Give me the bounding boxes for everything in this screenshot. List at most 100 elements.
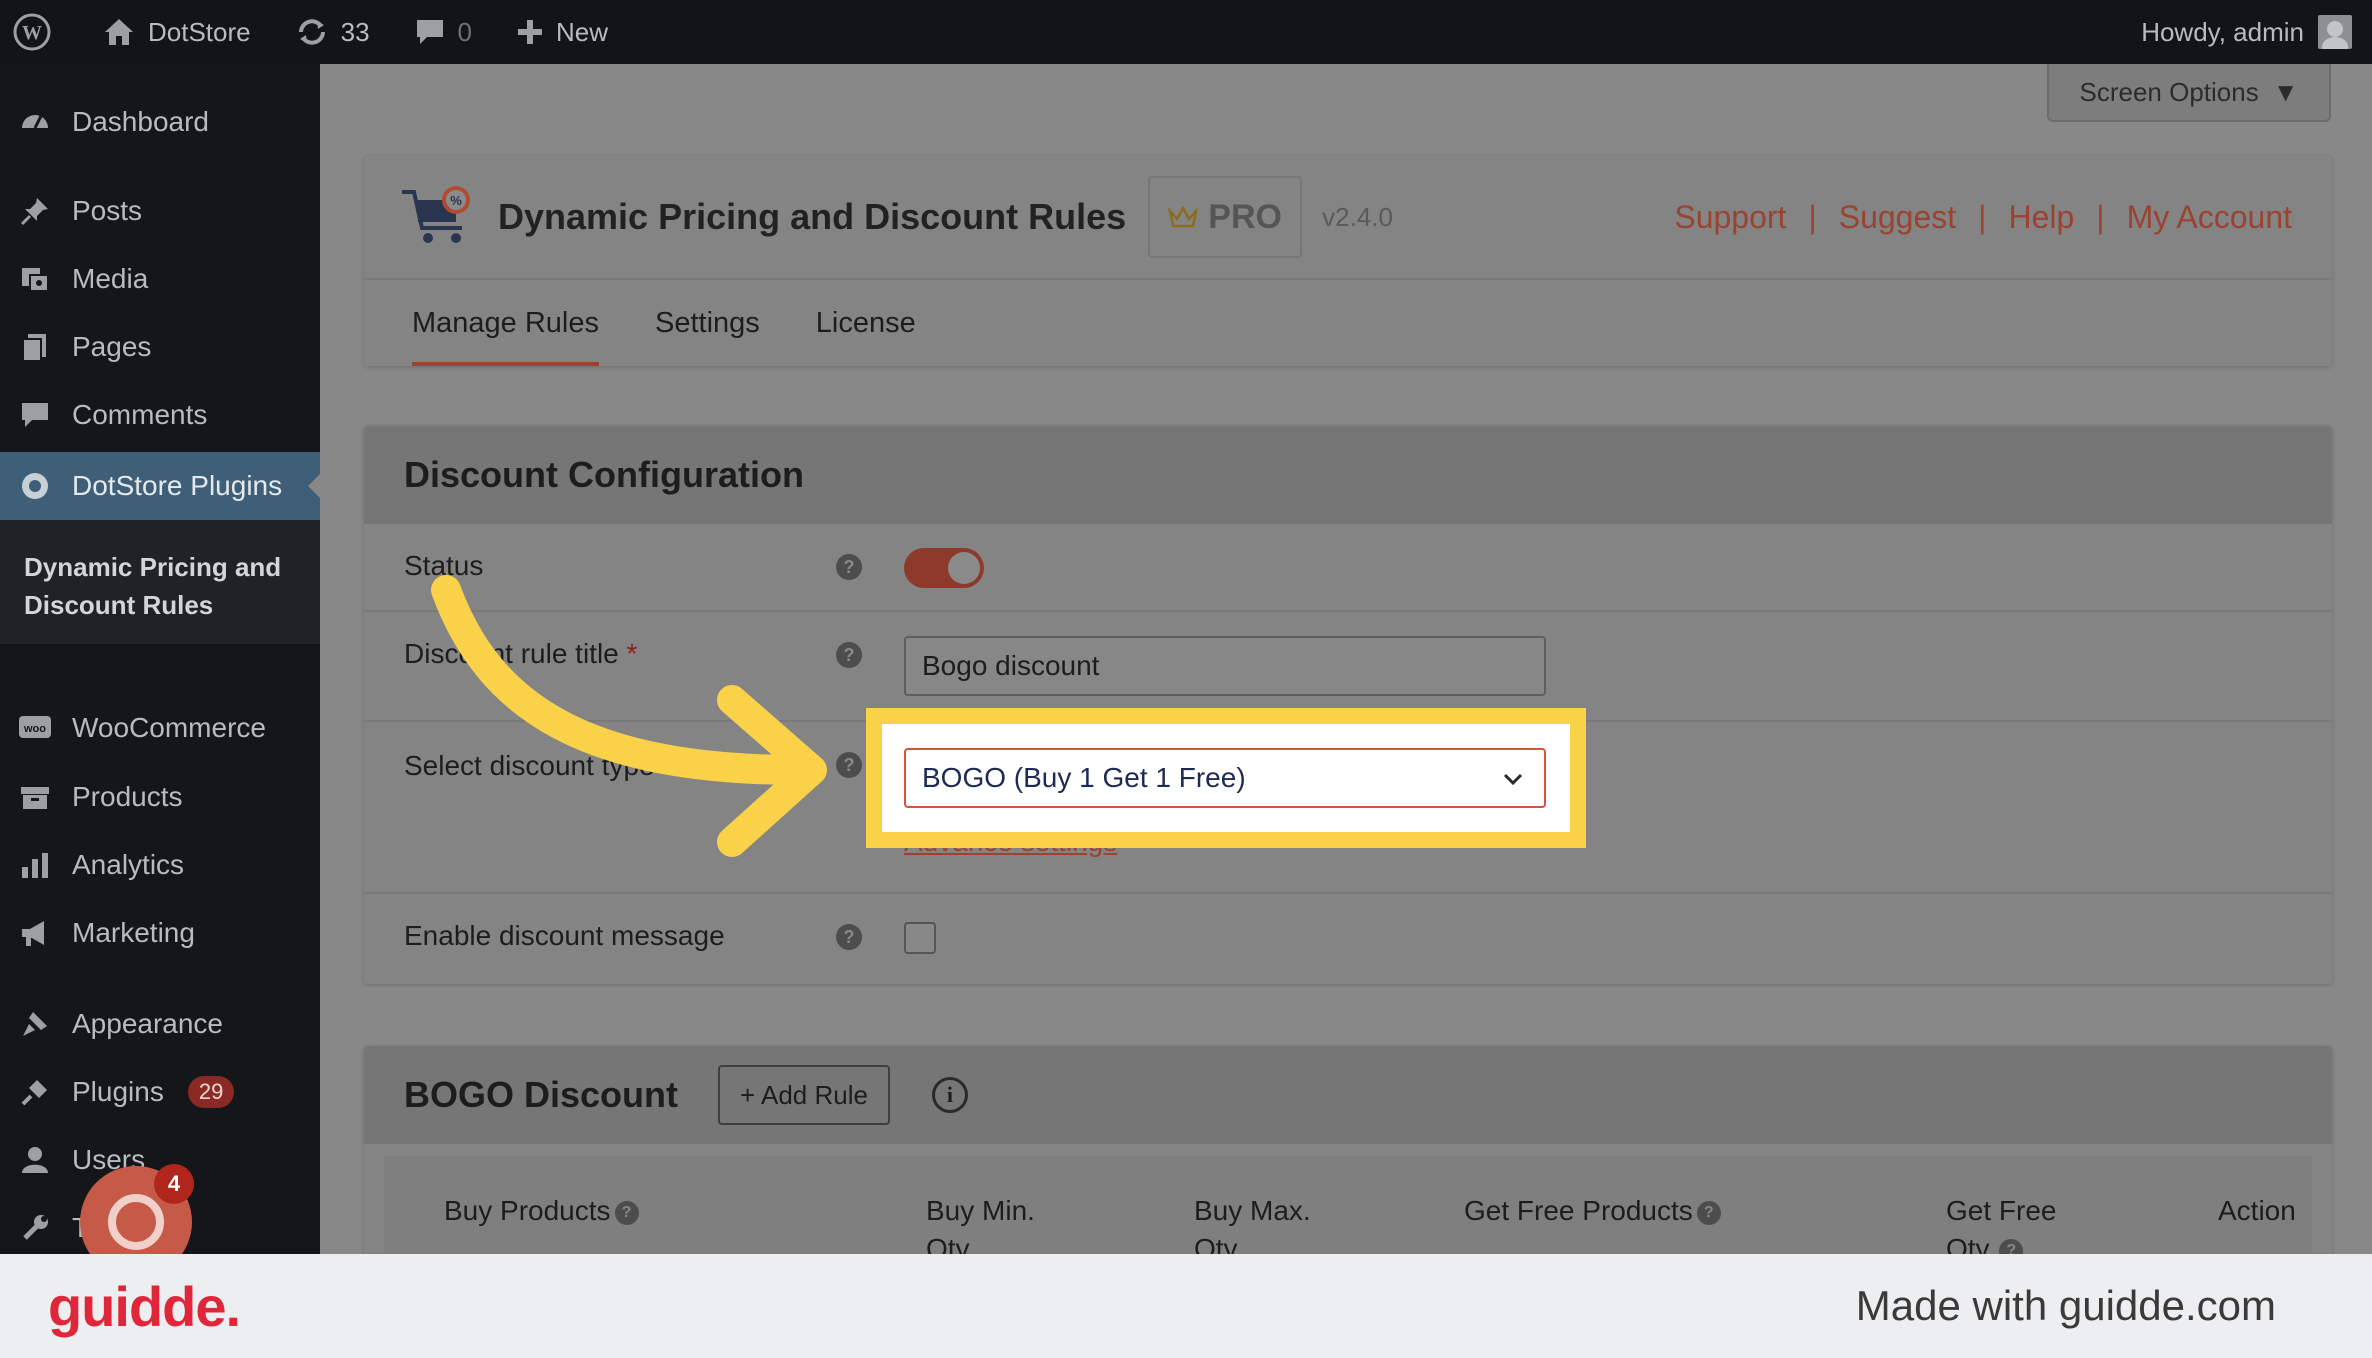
link-separator: | — [1978, 198, 1987, 235]
pro-badge: PRO — [1148, 176, 1303, 258]
sidebar-item-posts[interactable]: Posts — [0, 177, 320, 245]
crown-icon — [1168, 205, 1199, 228]
updates-icon — [298, 19, 325, 45]
svg-text:W: W — [22, 22, 42, 44]
svg-text:woo: woo — [23, 723, 46, 735]
sidebar-label: Comments — [72, 399, 208, 430]
site-name: DotStore — [148, 16, 251, 47]
plugin-title: Dynamic Pricing and Discount Rules — [498, 196, 1127, 237]
made-with-text: Made with guidde.com — [1855, 1282, 2276, 1329]
sidebar-item-media[interactable]: Media — [0, 245, 320, 313]
info-icon[interactable]: i — [931, 1077, 968, 1113]
help-icon[interactable]: ? — [836, 924, 862, 950]
paintbrush-icon — [18, 1007, 52, 1041]
yellow-arrow-annotation — [431, 575, 827, 857]
comments-link[interactable]: 0 — [400, 0, 486, 64]
svg-text:%: % — [450, 193, 462, 208]
sidebar-label: WooCommerce — [72, 712, 266, 743]
add-rule-button[interactable]: + Add Rule — [718, 1065, 890, 1125]
enable-message-checkbox[interactable] — [904, 922, 936, 954]
user-icon — [18, 1143, 52, 1177]
bogo-discount-panel: BOGO Discount + Add Rule i Buy Products?… — [364, 1046, 2332, 1256]
sidebar-item-woocommerce[interactable]: woo WooCommerce — [0, 694, 320, 762]
comments-count: 0 — [457, 16, 472, 47]
sidebar-item-pages[interactable]: Pages — [0, 313, 320, 381]
column-label: Buy Products — [444, 1195, 611, 1226]
sidebar-label: Pages — [72, 331, 152, 362]
sidebar-item-appearance[interactable]: Appearance — [0, 990, 320, 1058]
updates-count: 33 — [340, 16, 370, 47]
my-account-link[interactable]: Howdy, admin — [2141, 15, 2372, 49]
sidebar-item-analytics[interactable]: Analytics — [0, 831, 320, 899]
pages-icon — [18, 330, 52, 364]
help-icon[interactable]: ? — [614, 1200, 639, 1225]
link-separator: | — [1808, 198, 1817, 235]
pro-label: PRO — [1208, 197, 1282, 236]
sidebar-item-marketing[interactable]: Marketing — [0, 899, 320, 967]
sidebar-label: Dashboard — [72, 106, 209, 137]
dashboard-icon — [18, 105, 52, 139]
sidebar-item-comments[interactable]: Comments — [0, 381, 320, 449]
sidebar-label: Media — [72, 263, 149, 294]
sidebar-label: Marketing — [72, 917, 195, 948]
chevron-down-icon — [1503, 773, 1523, 786]
discount-type-select[interactable]: BOGO (Buy 1 Get 1 Free) — [904, 748, 1546, 808]
status-toggle[interactable] — [904, 548, 984, 588]
sidebar-label: Posts — [72, 195, 143, 226]
sidebar-label: DotStore Plugins — [72, 470, 283, 501]
woocommerce-icon: woo — [18, 711, 52, 745]
plus-icon — [518, 20, 542, 44]
recorder-badge: 4 — [154, 1164, 194, 1204]
column-header: Buy Max. Qty. — [1194, 1195, 1311, 1256]
support-link[interactable]: Support — [1674, 199, 1786, 236]
sidebar-item-plugins[interactable]: Plugins 29 — [0, 1058, 320, 1126]
suggest-link[interactable]: Suggest — [1839, 199, 1956, 236]
rule-title-input[interactable]: Bogo discount — [904, 636, 1546, 696]
tab-manage-rules[interactable]: Manage Rules — [412, 280, 599, 366]
wordpress-logo[interactable]: W — [0, 0, 66, 64]
updates-link[interactable]: 33 — [281, 0, 384, 64]
my-account-link[interactable]: My Account — [2127, 199, 2292, 236]
link-separator: | — [2096, 198, 2105, 235]
sidebar-item-dashboard[interactable]: Dashboard — [0, 88, 320, 156]
wordpress-icon: W — [13, 13, 51, 51]
help-link[interactable]: Help — [2008, 199, 2074, 236]
guidde-logo[interactable]: guidde. — [48, 1274, 241, 1339]
column-header: Get Free Products? — [1464, 1192, 1721, 1230]
bogo-heading-bar: BOGO Discount + Add Rule i — [364, 1046, 2332, 1144]
greeting: Howdy, admin — [2141, 16, 2304, 47]
column-header: Buy Products? — [444, 1192, 639, 1230]
plug-icon — [18, 1075, 52, 1109]
sidebar-item-products[interactable]: Products — [0, 763, 320, 831]
header-links: Support | Suggest | Help | My Account — [1674, 199, 2332, 236]
wrench-icon — [18, 1211, 52, 1245]
discount-message-row: Enable discount message ? — [364, 894, 2332, 982]
bogo-rules-table: Buy Products? Buy Min. Qty. Buy Max. Qty… — [384, 1156, 2312, 1256]
sidebar-submenu-dynamic-pricing[interactable]: Dynamic Pricing and Discount Rules — [0, 520, 320, 644]
guidde-footer: guidde. Made with guidde.com — [0, 1254, 2372, 1358]
home-icon — [105, 19, 133, 45]
new-content-link[interactable]: New — [502, 0, 622, 64]
enable-message-label: Enable discount message — [404, 920, 725, 951]
megaphone-icon — [18, 916, 52, 950]
dotstore-icon — [18, 469, 52, 503]
site-name-link[interactable]: DotStore — [88, 0, 265, 64]
help-icon[interactable]: ? — [1696, 1200, 1721, 1225]
sidebar-label: Analytics — [72, 849, 185, 880]
sidebar-item-dotstore-plugins[interactable]: DotStore Plugins — [0, 452, 320, 520]
column-header: Buy Min. Qty. — [926, 1195, 1035, 1256]
comments-icon — [18, 398, 52, 432]
submenu-label: Dynamic Pricing and Discount Rules — [24, 552, 282, 620]
comment-bubble-icon — [416, 20, 443, 44]
screen-options-button[interactable]: Screen Options ▼ — [2047, 64, 2331, 122]
sidebar-label: Appearance — [72, 1008, 224, 1039]
sidebar-label: Products — [72, 781, 183, 812]
avatar — [2318, 15, 2352, 49]
pushpin-icon — [18, 194, 52, 228]
dropdown-triangle-icon: ▼ — [2272, 76, 2299, 107]
screen-options-label: Screen Options — [2079, 76, 2259, 107]
tab-license[interactable]: License — [816, 280, 916, 366]
tab-settings[interactable]: Settings — [655, 280, 760, 366]
column-label: Get Free Products — [1464, 1195, 1693, 1226]
sidebar-label: Plugins — [72, 1076, 164, 1107]
